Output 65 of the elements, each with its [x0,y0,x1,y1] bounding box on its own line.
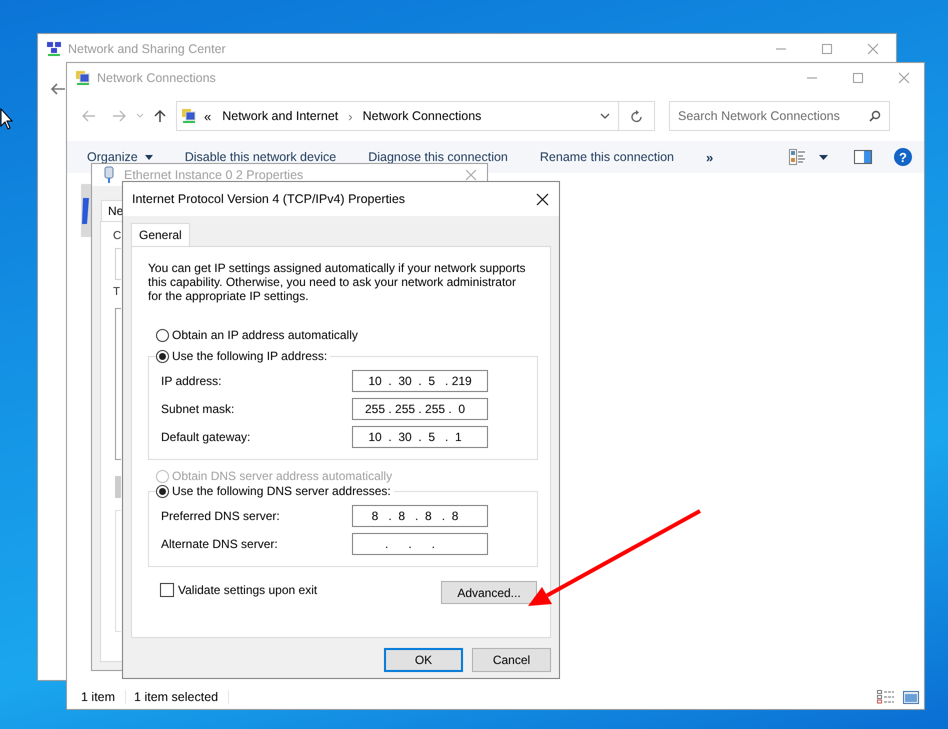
field-label: Default gateway: [161,430,252,444]
network-icon [75,70,91,86]
field-label: IP address: [161,374,222,388]
breadcrumb[interactable]: Network and Internet [222,109,338,123]
caret-icon[interactable] [819,154,828,160]
command-button[interactable]: Diagnose this connection [368,150,508,164]
dialog-button[interactable]: OK [384,648,463,672]
ip-address-field[interactable]: 10 . 30 . 5 . 1 [352,426,488,448]
radio-label: Use the following IP address: [172,349,328,363]
radio-label: Use the following DNS server addresses: [172,484,391,498]
search-icon [869,110,881,122]
ip-address-field[interactable]: 255 . 255 . 255 . 0 [352,398,488,420]
field-label: Subnet mask: [161,402,236,416]
maximize-icon[interactable] [852,72,864,84]
menu-button[interactable]: Organize [87,150,153,164]
search-field[interactable]: Search Network Connections [669,101,890,131]
dialog-button[interactable]: Cancel [472,648,551,672]
ip-address-field[interactable]: . . . [352,533,488,555]
checkbox[interactable] [160,582,174,596]
refresh-button[interactable] [619,101,655,131]
field-label: Preferred DNS server: [161,509,281,523]
description-text: You can get IP settings assigned automatically if your network supports this capability. Otherwise, you need to ask your network administrator for the appropriate IP settings. [148,261,527,303]
back-arrow-icon[interactable] [50,82,66,96]
field-label: Alternate DNS server: [161,537,279,551]
dialog-title: Internet Protocol Version 4 (TCP/IPv4) Properties [132,192,406,206]
window-title: Network and Sharing Center [68,42,226,56]
command-button[interactable]: Disable this network device [184,150,336,164]
overflow-chevron[interactable]: « [204,108,212,124]
network-icon [181,108,197,124]
radio-button[interactable] [156,328,169,342]
radio-button[interactable] [156,350,169,362]
tab[interactable]: Ne [101,200,124,221]
details-view-icon[interactable] [877,690,895,704]
large-icons-view-icon[interactable] [903,690,919,704]
more-commands-button[interactable]: » [706,150,714,164]
close-icon[interactable] [536,192,549,206]
preview-pane-icon[interactable] [854,150,872,164]
radio-label: Obtain an IP address automatically [172,328,358,342]
plug-icon [104,166,114,184]
up-arrow-icon[interactable] [154,109,166,123]
help-button[interactable]: ? [894,148,912,166]
breadcrumb[interactable]: Network Connections [362,109,482,123]
address-bar[interactable]: « Network and Internet › Network Connections [176,101,619,131]
maximize-icon[interactable] [821,43,833,55]
refresh-icon [630,110,642,122]
tab[interactable]: General [131,223,190,246]
advanced-button[interactable]: Advanced... [441,581,537,604]
breadcrumb-separator[interactable]: › [348,108,353,124]
dialog-title: Ethernet Instance 0 2 Properties [124,168,304,182]
cursor-icon [0,108,13,130]
status-text: 1 item [81,690,126,704]
radio-label: Obtain DNS server address automatically [172,469,392,483]
view-options-icon[interactable] [789,149,807,165]
ip-address-field[interactable]: 10 . 30 . 5 . 219 [352,370,488,392]
checkbox-label: Validate settings upon exit [178,582,318,596]
command-button[interactable]: Rename this connection [540,150,674,164]
ip-address-field[interactable]: 8 . 8 . 8 . 8 [352,505,488,527]
field-label: C [113,230,122,242]
caret-icon[interactable] [144,154,153,160]
list-label: T [113,286,120,298]
chevron-down-icon[interactable] [600,113,610,119]
network-icon [46,41,62,57]
status-text: 1 item selected [134,690,230,704]
window-title: Network Connections [97,71,216,85]
radio-button[interactable] [156,484,169,498]
